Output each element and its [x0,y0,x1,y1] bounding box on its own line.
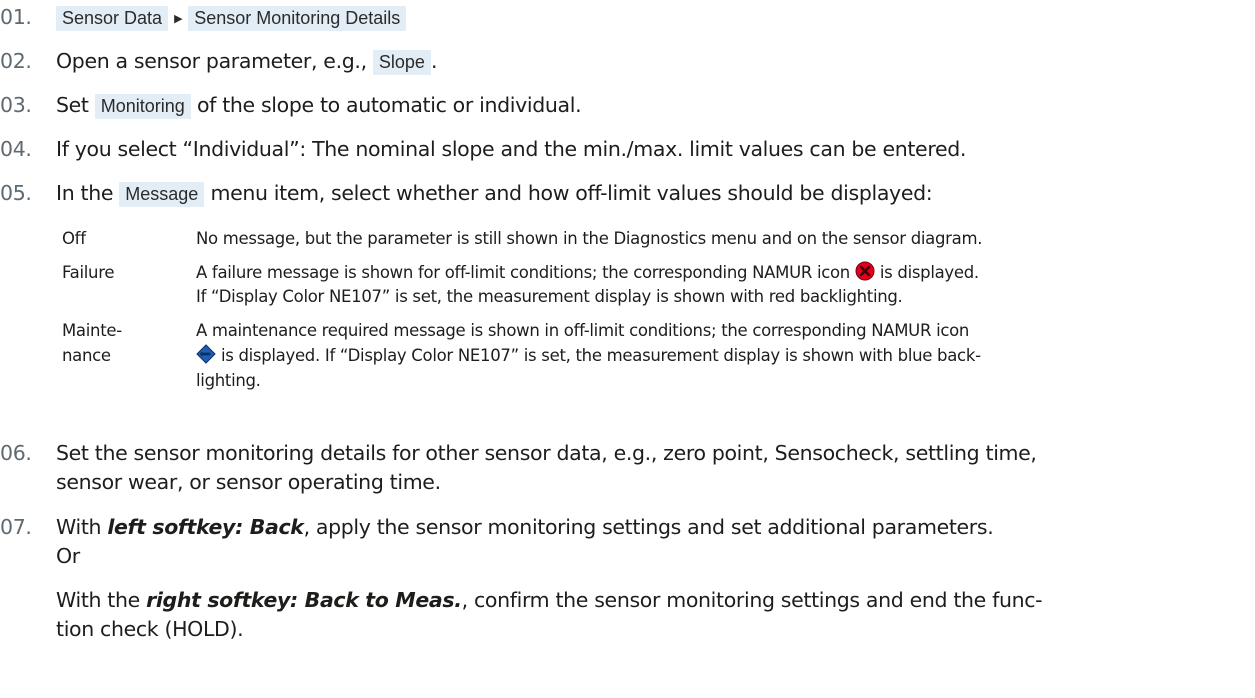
option-term-maintenance-line1: Mainte- [62,321,122,340]
right-softkey-label: right softkey: Back to Meas. [146,588,462,612]
option-term-failure: Failure [62,263,115,282]
instruction-page: 01. Sensor Data ▶ Sensor Monitoring Details… [0,0,1255,698]
step-05: 05. In the Message menu item, select whet… [0,178,933,209]
step-07-or: Or [56,544,80,568]
step-text: With the [56,588,147,612]
step-02: 02. Open a sensor parameter, e.g., Slope. [0,46,437,77]
step-text: Set the sensor monitoring details for ot… [56,441,1037,465]
step-number: 02. [0,49,32,73]
option-desc-maintenance-line3: lighting. [196,371,261,390]
step-number: 07. [0,515,32,539]
step-01: 01. Sensor Data ▶ Sensor Monitoring Details [0,2,407,34]
option-desc-maintenance-line2: is displayed. If “Display Color NE107” i… [196,343,981,371]
step-07-line3: With the right softkey: Back to Meas., c… [56,585,1043,615]
step-07-line4: tion check (HOLD). [56,617,244,641]
option-term-maintenance-line2: nance [62,346,111,365]
step-number: 01. [0,5,32,29]
option-desc-text: is displayed. If “Display Color NE107” i… [216,346,981,365]
step-03: 03. Set Monitoring of the slope to automa… [0,90,582,121]
step-text: , confirm the sensor monitoring settings… [461,588,1043,612]
step-text: menu item, select whether and how off-li… [204,181,933,205]
step-04: 04. If you select “Individual”: The nomin… [0,134,966,164]
step-number: 06. [0,441,32,465]
step-number: 03. [0,93,32,117]
menu-arrow-icon: ▶ [174,12,183,25]
step-text: If you select “Individual”: The nominal … [56,137,967,161]
step-text: In the [56,181,120,205]
namur-maintenance-icon [196,344,216,371]
step-text: With [56,515,108,539]
menu-item-slope: Slope [372,50,431,75]
menu-item-message: Message [119,182,205,207]
option-term-off: Off [62,229,86,248]
option-desc-text: is displayed. [874,263,979,282]
left-softkey-label: left softkey: Back [107,515,304,539]
option-desc-off: No message, but the parameter is still s… [196,229,983,248]
menu-item-monitoring: Monitoring [94,94,191,119]
menu-path-sensor-data: Sensor Data [56,6,169,31]
menu-path-sensor-monitoring-details: Sensor Monitoring Details [188,6,407,31]
option-desc-failure-line2: If “Display Color NE107” is set, the mea… [196,287,903,306]
step-06-continuation: sensor wear, or sensor operating time. [56,470,441,494]
step-number: 04. [0,137,32,161]
step-text: Set [56,93,95,117]
step-text: , apply the sensor monitoring settings a… [303,515,994,539]
option-desc-text: A failure message is shown for off-limit… [196,263,855,282]
step-text: . [430,49,438,73]
step-07: 07. With left softkey: Back, apply the se… [0,512,994,542]
step-number: 05. [0,181,32,205]
option-desc-maintenance-line1: A maintenance required message is shown … [196,321,970,340]
step-text: of the slope to automatic or individual. [190,93,582,117]
step-text: Open a sensor parameter, e.g., [56,49,373,73]
step-06: 06. Set the sensor monitoring details for… [0,438,1037,468]
